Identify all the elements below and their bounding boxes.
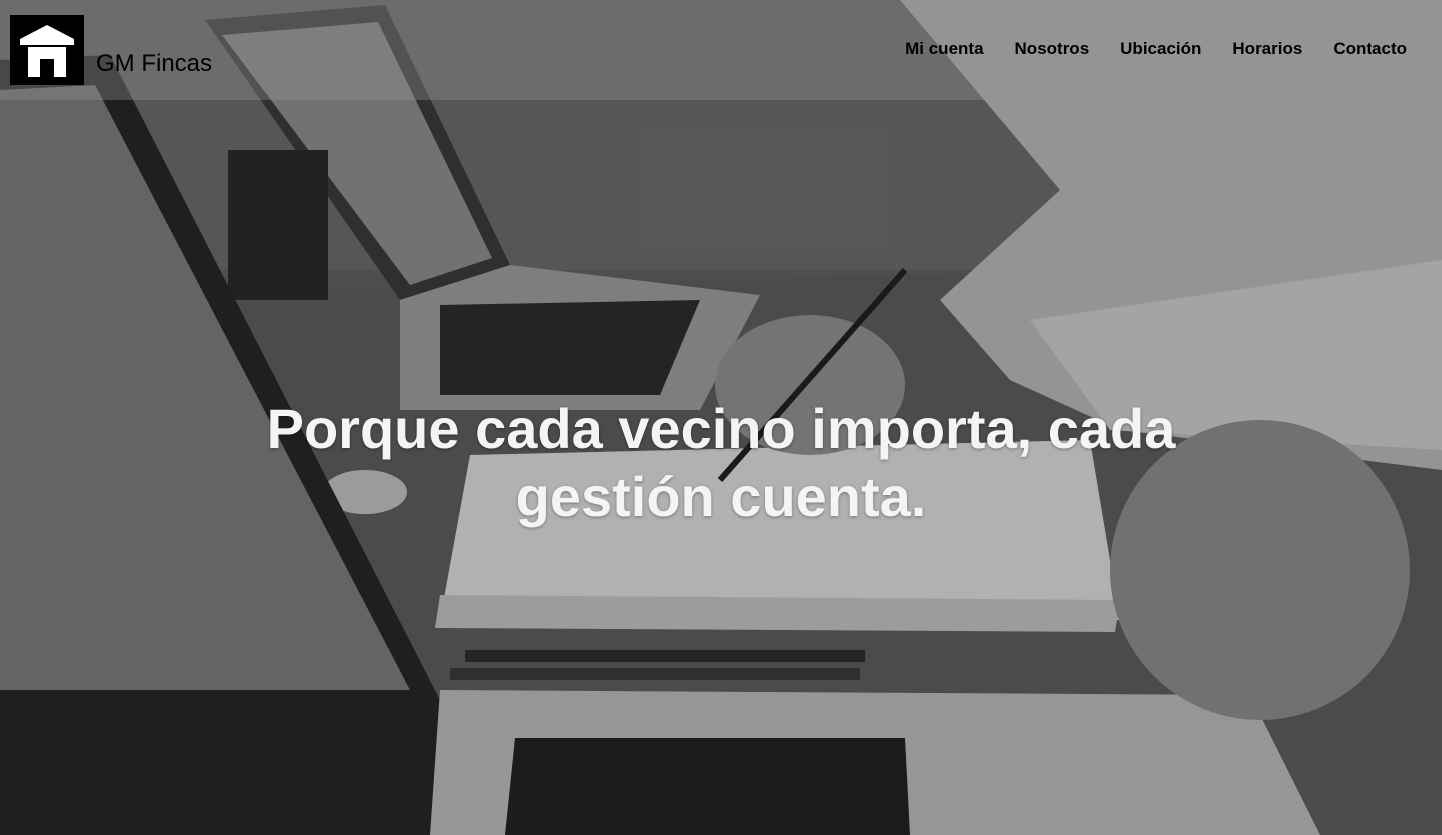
logo-link[interactable] <box>10 15 84 85</box>
nav-item-mi-cuenta[interactable]: Mi cuenta <box>905 39 983 59</box>
brand-name[interactable]: GM Fincas <box>96 50 212 78</box>
hero-headline: Porque cada vecino importa, cada gestión… <box>266 397 1176 528</box>
nav-item-ubicacion[interactable]: Ubicación <box>1120 39 1201 59</box>
nav-item-nosotros[interactable]: Nosotros <box>1015 39 1090 59</box>
site-header: GM Fincas Mi cuenta Nosotros Ubicación H… <box>0 0 1442 100</box>
house-icon <box>20 25 74 77</box>
nav-item-horarios[interactable]: Horarios <box>1232 39 1302 59</box>
main-nav: Mi cuenta Nosotros Ubicación Horarios Co… <box>905 39 1407 59</box>
nav-item-contacto[interactable]: Contacto <box>1333 39 1407 59</box>
